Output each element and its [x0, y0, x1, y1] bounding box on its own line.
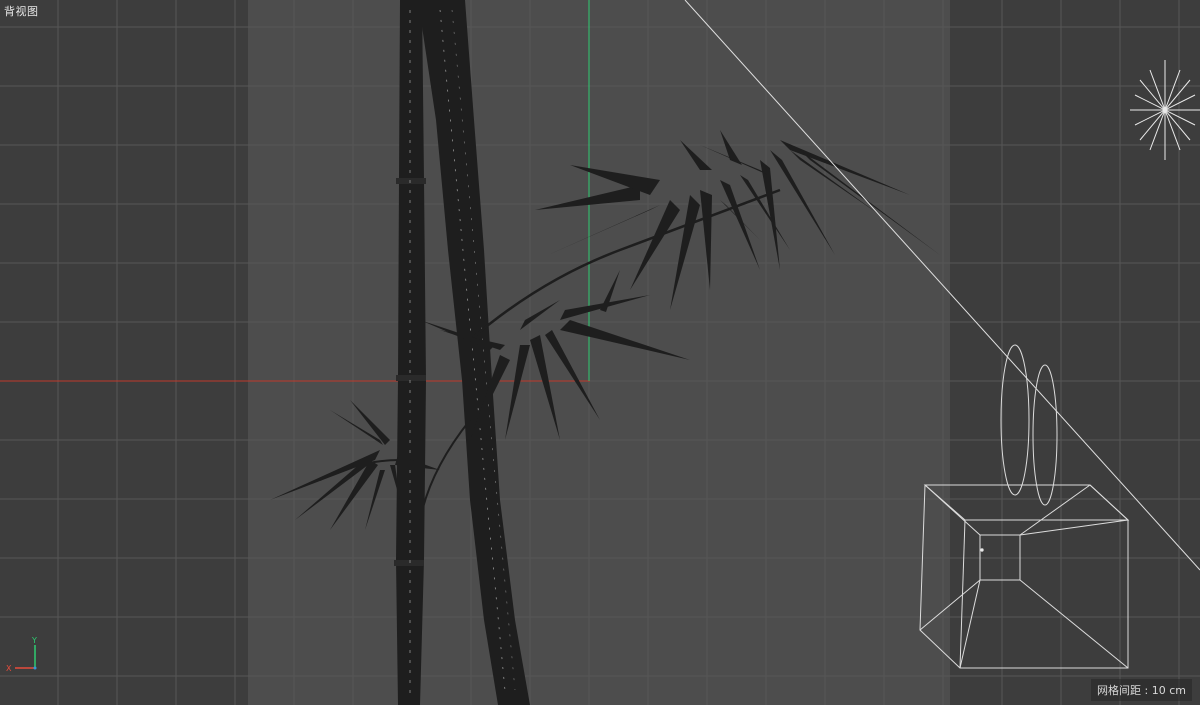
- grid-spacing-sep: :: [1144, 684, 1152, 697]
- gizmo-y-label: Y: [31, 636, 37, 645]
- viewport-back-view[interactable]: Y X 背视图 网格间距 : 10 cm: [0, 0, 1200, 705]
- grid-spacing-readout: 网格间距 : 10 cm: [1091, 679, 1192, 701]
- gizmo-origin: [33, 666, 37, 670]
- viewport-canvas[interactable]: Y X: [0, 0, 1200, 705]
- gizmo-x-label: X: [6, 664, 12, 673]
- bamboo-stalk-left: [396, 0, 426, 705]
- grid-spacing-label: 网格间距: [1097, 684, 1142, 697]
- bamboo-node: [394, 560, 424, 566]
- view-name-label[interactable]: 背视图: [4, 3, 39, 19]
- grid-spacing-value: 10 cm: [1151, 684, 1186, 697]
- bamboo-node: [396, 375, 426, 381]
- bamboo-node: [396, 178, 426, 184]
